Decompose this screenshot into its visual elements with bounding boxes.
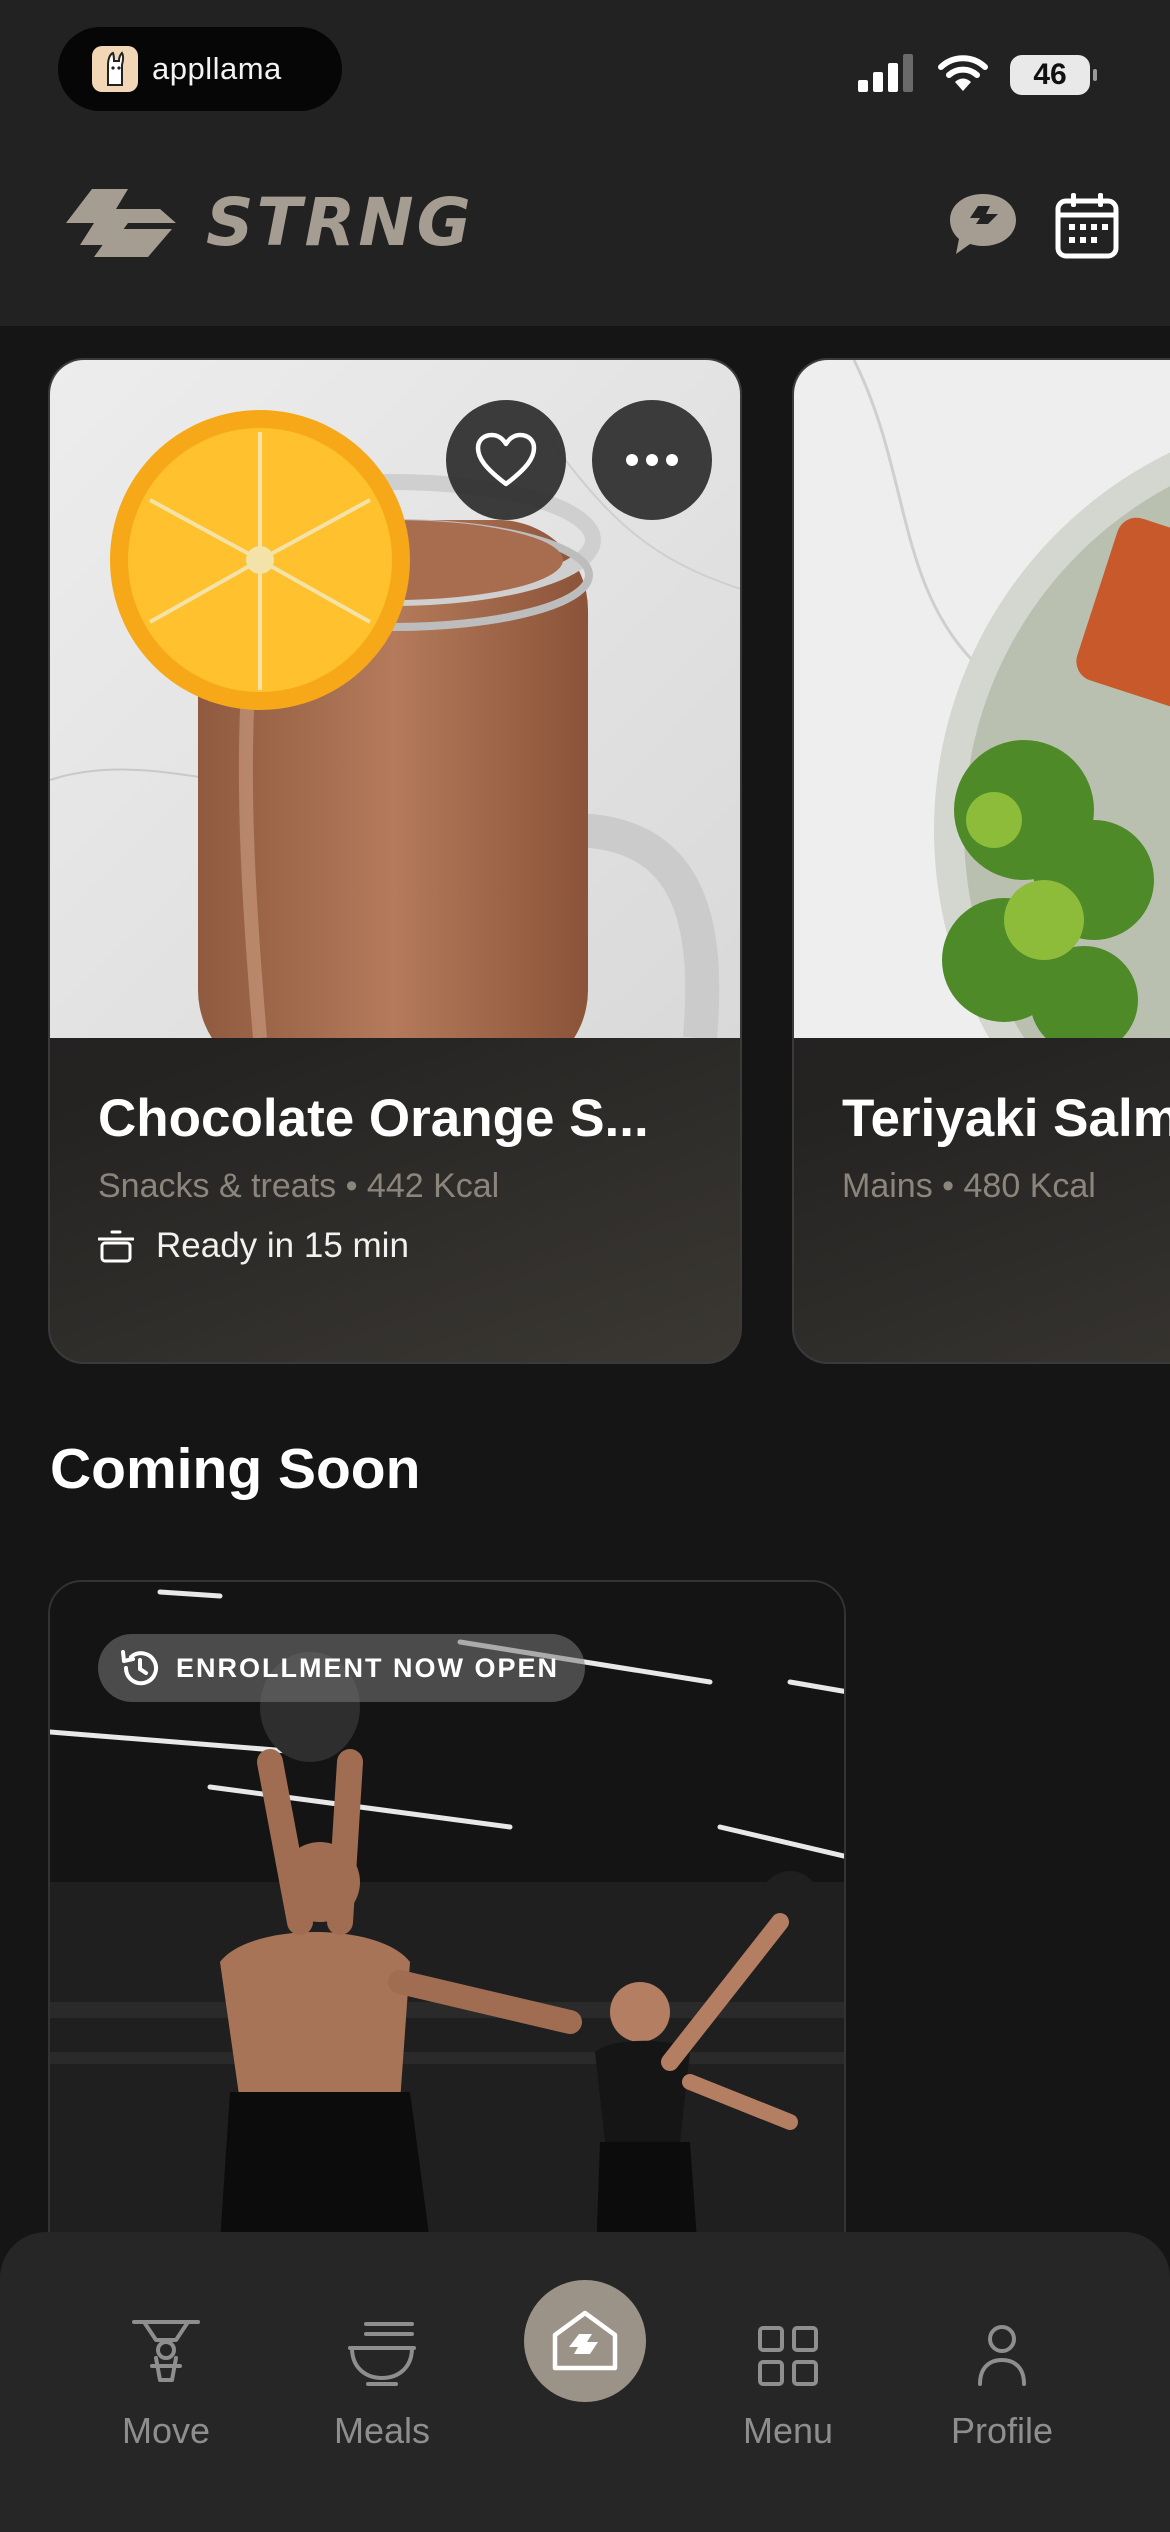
heart-icon (475, 432, 537, 487)
program-card[interactable]: ENROLLMENT NOW OPEN (48, 1580, 846, 2280)
brand-wordmark: STRNG (206, 184, 474, 261)
nav-label: Menu (742, 2410, 834, 2451)
battery-level: 46 (1033, 58, 1067, 91)
section-title-coming-soon: Coming Soon (50, 1437, 421, 1501)
meta-separator: • (942, 1167, 955, 1205)
meal-ready-time: Ready in 15 min (98, 1226, 710, 1266)
bottom-nav: Move Meals Menu Profile (0, 2232, 1170, 2532)
app-header: STRNG (0, 150, 1170, 326)
meal-meta: Snacks & treats • 442 Kcal (98, 1167, 710, 1206)
meal-meta: Mains • 480 Kcal (842, 1167, 1170, 1206)
enrollment-badge-label: ENROLLMENT NOW OPEN (176, 1652, 559, 1683)
person-icon (978, 2325, 1026, 2386)
strng-mark-icon (66, 188, 176, 257)
meal-title: Teriyaki Salm (842, 1089, 1170, 1148)
meal-card[interactable]: Chocolate Orange S... Snacks & treats • … (48, 358, 742, 1364)
signal-icon (858, 53, 916, 97)
battery-indicator: 46 (1010, 55, 1097, 95)
calendar-button[interactable] (1050, 188, 1124, 262)
ellipsis-icon (626, 454, 678, 466)
meal-category: Mains (842, 1167, 933, 1205)
favorite-button[interactable] (446, 400, 566, 520)
ready-label: Ready in 15 min (156, 1226, 409, 1265)
app-switch-pill[interactable]: appllama (58, 27, 342, 111)
meal-info: Teriyaki Salm Mains • 480 Kcal (842, 1088, 1170, 1206)
meal-info: Chocolate Orange S... Snacks & treats • … (98, 1088, 710, 1266)
llama-icon (92, 46, 138, 92)
meal-category: Snacks & treats (98, 1167, 337, 1205)
strng-home-icon (552, 2310, 618, 2371)
chat-button[interactable] (946, 188, 1020, 262)
kettlebell-person-icon (132, 2320, 200, 2382)
app-name: appllama (152, 51, 282, 86)
status-bar: appllama 46 (0, 0, 1170, 150)
calendar-icon (1055, 193, 1119, 259)
nav-item-profile[interactable]: Profile (912, 2306, 1092, 2452)
meal-kcal: 480 Kcal (963, 1167, 1096, 1205)
meal-kcal: 442 Kcal (366, 1167, 500, 1205)
system-indicators: 46 (858, 52, 1097, 98)
nav-item-move[interactable]: Move (76, 2306, 256, 2452)
noodle-bowl-icon (348, 2322, 416, 2386)
meta-separator: • (345, 1167, 358, 1205)
brand-logo: STRNG (64, 184, 474, 261)
meal-title: Chocolate Orange S... (98, 1089, 649, 1148)
meal-carousel[interactable]: Chocolate Orange S... Snacks & treats • … (0, 326, 1170, 1376)
wifi-icon (938, 54, 988, 97)
nav-item-home[interactable] (524, 2280, 646, 2402)
chat-icon (950, 194, 1016, 254)
enrollment-badge: ENROLLMENT NOW OPEN (98, 1634, 585, 1702)
grid-icon (758, 2326, 818, 2386)
nav-label: Profile (950, 2410, 1054, 2451)
nav-label: Meals (333, 2410, 431, 2451)
nav-item-meals[interactable]: Meals (292, 2306, 472, 2452)
nav-item-menu[interactable]: Menu (698, 2306, 878, 2452)
meal-card[interactable]: Teriyaki Salm Mains • 480 Kcal (792, 358, 1170, 1364)
more-options-button[interactable] (592, 400, 712, 520)
nav-label: Move (121, 2410, 211, 2451)
pot-icon (98, 1230, 134, 1263)
meal-photo (794, 360, 1170, 1038)
history-icon (121, 1650, 158, 1686)
